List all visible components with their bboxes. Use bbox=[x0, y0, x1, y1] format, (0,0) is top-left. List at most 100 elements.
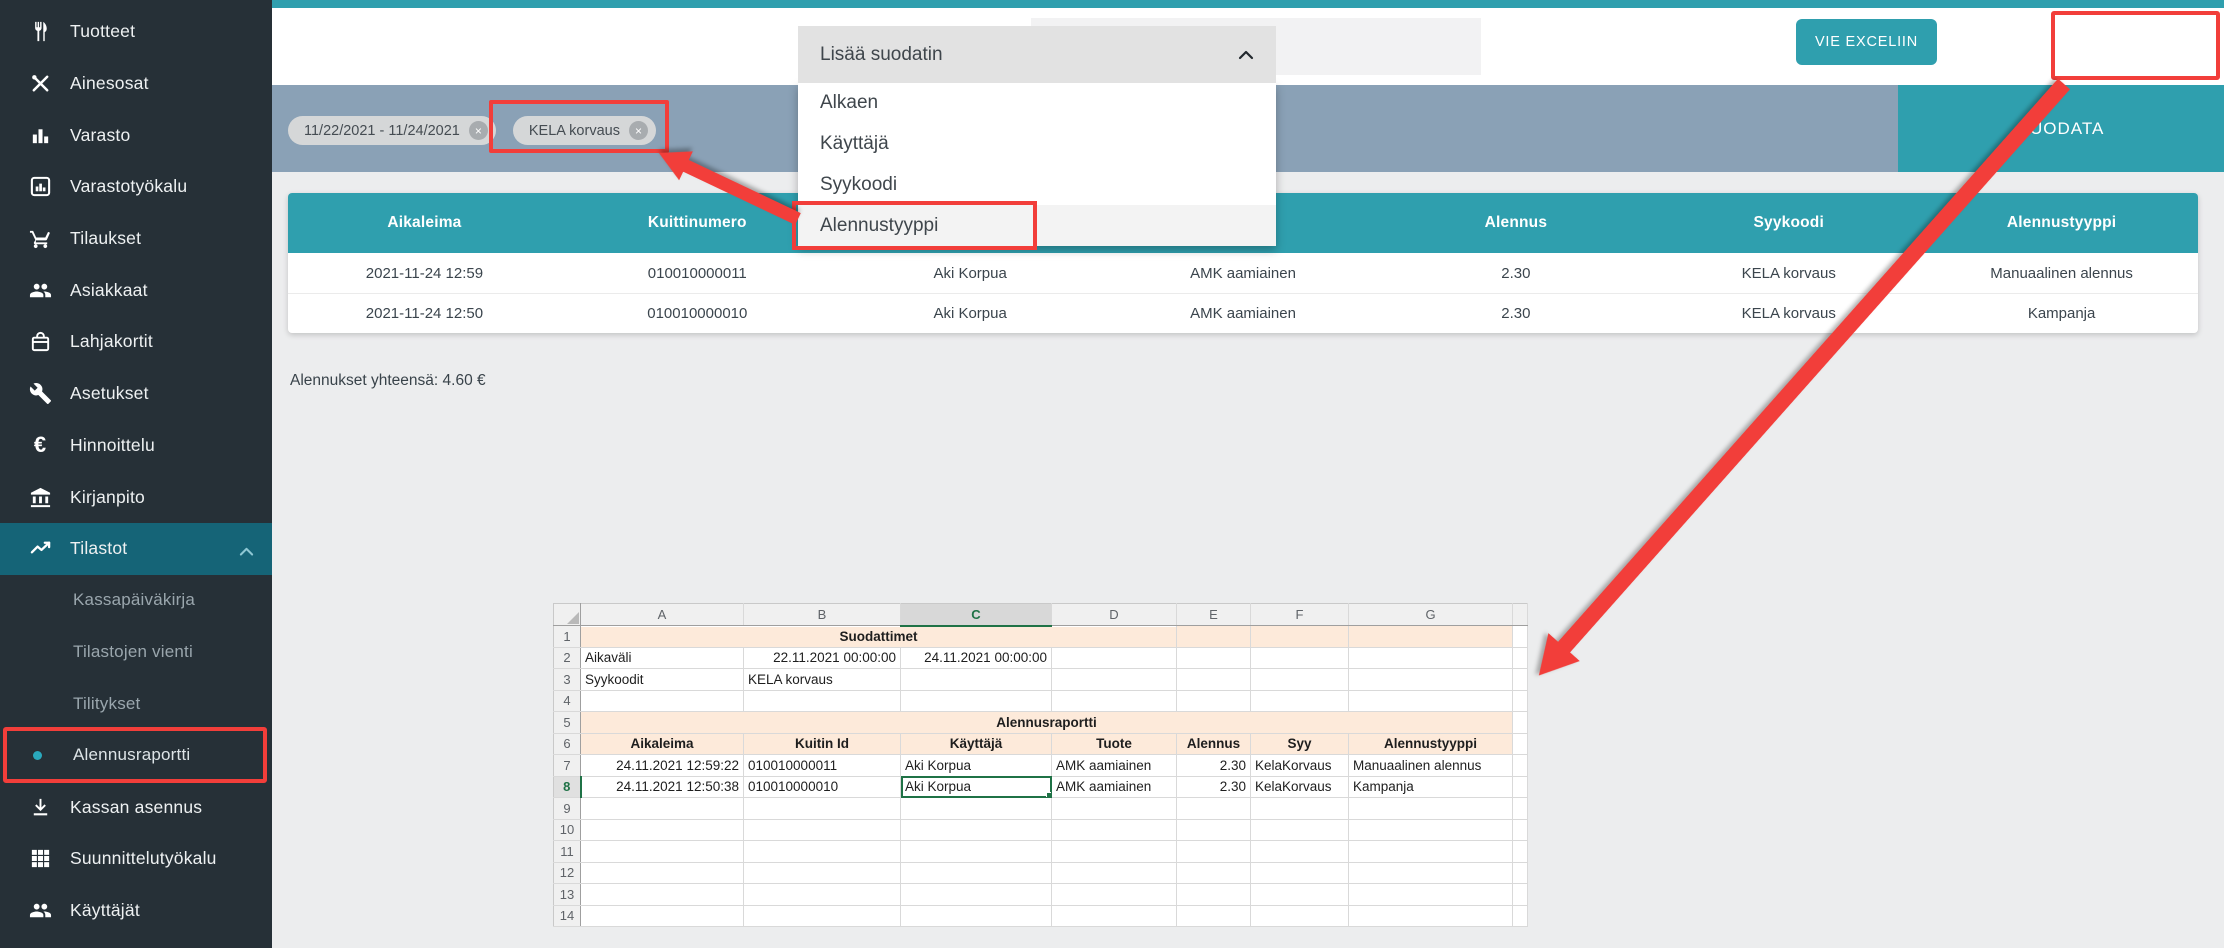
excel-row-header-7: 7 bbox=[554, 755, 581, 777]
sidebar-subitem-label: Tilastojen vienti bbox=[73, 642, 193, 662]
sidebar-item-tuotteet[interactable]: Tuotteet bbox=[0, 6, 272, 58]
excel-cell-G8: Kampanja bbox=[1349, 776, 1513, 798]
excel-cell-B2: 22.11.2021 00:00:00 bbox=[744, 647, 901, 669]
excel-cell-B12 bbox=[744, 862, 901, 884]
excel-row-header-3: 3 bbox=[554, 669, 581, 691]
excel-cell-B13 bbox=[744, 884, 901, 906]
excel-cell-E9 bbox=[1177, 798, 1251, 820]
excel-title-row-5: Alennusraportti bbox=[581, 712, 1513, 734]
sidebar-item-varastoty-kalu[interactable]: Varastotyökalu bbox=[0, 161, 272, 213]
excel-cell-B7: 010010000011 bbox=[744, 755, 901, 777]
excel-cell-A3: Syykoodit bbox=[581, 669, 744, 691]
excel-cell-G3 bbox=[1349, 669, 1513, 691]
sidebar-item-label: Varastotyökalu bbox=[70, 176, 187, 197]
sidebar-item-asetukset[interactable]: Asetukset bbox=[0, 368, 272, 420]
table-cell: KELA korvaus bbox=[1652, 294, 1925, 333]
excel-title-row-1: Suodattimet bbox=[581, 626, 1177, 648]
sidebar-item-label: Hinnoittelu bbox=[70, 435, 155, 456]
sidebar-item-tilaukset[interactable]: Tilaukset bbox=[0, 213, 272, 265]
excel-row-header-14: 14 bbox=[554, 905, 581, 927]
excel-cell-G13 bbox=[1349, 884, 1513, 906]
excel-cell-F7: KelaKorvaus bbox=[1251, 755, 1349, 777]
filter-option-syykoodi[interactable]: Syykoodi bbox=[798, 165, 1276, 206]
sidebar-item-label: Tuotteet bbox=[70, 21, 135, 42]
excel-cell-D10 bbox=[1052, 819, 1177, 841]
sidebar-item-k-ytt-j-t[interactable]: Käyttäjät bbox=[0, 885, 272, 937]
sidebar-item-kassan-asennus[interactable]: Kassan asennus bbox=[0, 781, 272, 833]
sidebar-item-kirjanpito[interactable]: Kirjanpito bbox=[0, 471, 272, 523]
filter-option-k-ytt-j-[interactable]: Käyttäjä bbox=[798, 124, 1276, 165]
table-cell: 2.30 bbox=[1379, 294, 1652, 333]
excel-cell-E7: 2.30 bbox=[1177, 755, 1251, 777]
excel-cell-E14 bbox=[1177, 905, 1251, 927]
excel-cell-sliver bbox=[1513, 841, 1528, 863]
sidebar-item-tilastot[interactable]: Tilastot bbox=[0, 523, 272, 575]
sidebar-item-ainesosat[interactable]: Ainesosat bbox=[0, 58, 272, 110]
excel-cell-G2 bbox=[1349, 647, 1513, 669]
export-to-excel-button[interactable]: VIE EXCELIIN bbox=[1796, 19, 1937, 65]
table-cell: Kampanja bbox=[1925, 294, 2198, 333]
sidebar-item-lahjakortit[interactable]: Lahjakortit bbox=[0, 316, 272, 368]
excel-cell-F9 bbox=[1251, 798, 1349, 820]
excel-cell-G6: Alennustyyppi bbox=[1349, 733, 1513, 755]
excel-cell-G10 bbox=[1349, 819, 1513, 841]
excel-cell-sliver bbox=[1513, 862, 1528, 884]
excel-column-header-sliver bbox=[1513, 604, 1528, 626]
sidebar-item-label: Tilastot bbox=[70, 538, 127, 559]
excel-cell-E2 bbox=[1177, 647, 1251, 669]
excel-cell-A14 bbox=[581, 905, 744, 927]
excel-cell-D8: AMK aamiainen bbox=[1052, 776, 1177, 798]
excel-cell bbox=[1251, 626, 1349, 648]
annotation-box-alennusraportti bbox=[3, 727, 267, 783]
excel-cell-F12 bbox=[1251, 862, 1349, 884]
excel-column-header-C: C bbox=[901, 604, 1052, 626]
excel-cell bbox=[1177, 626, 1251, 648]
excel-cell-sliver bbox=[1513, 819, 1528, 841]
excel-row-header-5: 5 bbox=[554, 712, 581, 734]
excel-column-header-A: A bbox=[581, 604, 744, 626]
sidebar-item-suunnitteluty-kalu[interactable]: Suunnittelutyökalu bbox=[0, 833, 272, 885]
excel-cell-G7: Manuaalinen alennus bbox=[1349, 755, 1513, 777]
top-accent-strip bbox=[272, 0, 2224, 8]
filter-chip-0[interactable]: 11/22/2021 - 11/24/2021× bbox=[288, 116, 496, 145]
filter-option-alkaen[interactable]: Alkaen bbox=[798, 83, 1276, 124]
excel-cell-D7: AMK aamiainen bbox=[1052, 755, 1177, 777]
excel-cell-C12 bbox=[901, 862, 1052, 884]
sidebar-item-hinnoittelu[interactable]: €Hinnoittelu bbox=[0, 420, 272, 472]
excel-cell-D11 bbox=[1052, 841, 1177, 863]
excel-cell-G14 bbox=[1349, 905, 1513, 927]
excel-cell-C6: Käyttäjä bbox=[901, 733, 1052, 755]
chevron-up-icon bbox=[1238, 50, 1254, 60]
excel-cell-sliver bbox=[1513, 690, 1528, 712]
excel-cell-A13 bbox=[581, 884, 744, 906]
chart-box-icon bbox=[28, 175, 52, 199]
sidebar-subitem-tilastojen-vienti[interactable]: Tilastojen vienti bbox=[0, 626, 272, 678]
excel-cell-B9 bbox=[744, 798, 901, 820]
remove-chip-icon[interactable]: × bbox=[469, 121, 488, 140]
excel-cell-F14 bbox=[1251, 905, 1349, 927]
excel-cell-G4 bbox=[1349, 690, 1513, 712]
excel-cell-sliver bbox=[1513, 712, 1528, 734]
sidebar-subitem-kassap-iv-kirja[interactable]: Kassapäiväkirja bbox=[0, 575, 272, 627]
excel-cell-sliver bbox=[1513, 884, 1528, 906]
excel-column-header-F: F bbox=[1251, 604, 1349, 626]
excel-cell-C9 bbox=[901, 798, 1052, 820]
excel-cell-G11 bbox=[1349, 841, 1513, 863]
excel-cell-A10 bbox=[581, 819, 744, 841]
sidebar-item-label: Kirjanpito bbox=[70, 487, 145, 508]
column-header-4: Alennus bbox=[1379, 193, 1652, 253]
excel-cell-D13 bbox=[1052, 884, 1177, 906]
add-filter-dropdown[interactable]: Lisää suodatin bbox=[798, 26, 1276, 83]
table-cell: Aki Korpua bbox=[834, 253, 1107, 293]
sidebar-item-asiakkaat[interactable]: Asiakkaat bbox=[0, 264, 272, 316]
excel-cell-A9 bbox=[581, 798, 744, 820]
excel-row-header-2: 2 bbox=[554, 647, 581, 669]
sidebar-subitem-tilitykset[interactable]: Tilitykset bbox=[0, 678, 272, 730]
excel-row-header-11: 11 bbox=[554, 841, 581, 863]
excel-cell-F3 bbox=[1251, 669, 1349, 691]
add-filter-label: Lisää suodatin bbox=[820, 44, 1238, 66]
excel-cell-E6: Alennus bbox=[1177, 733, 1251, 755]
sidebar-item-label: Asiakkaat bbox=[70, 280, 148, 301]
excel-cell-E13 bbox=[1177, 884, 1251, 906]
sidebar-item-varasto[interactable]: Varasto bbox=[0, 109, 272, 161]
